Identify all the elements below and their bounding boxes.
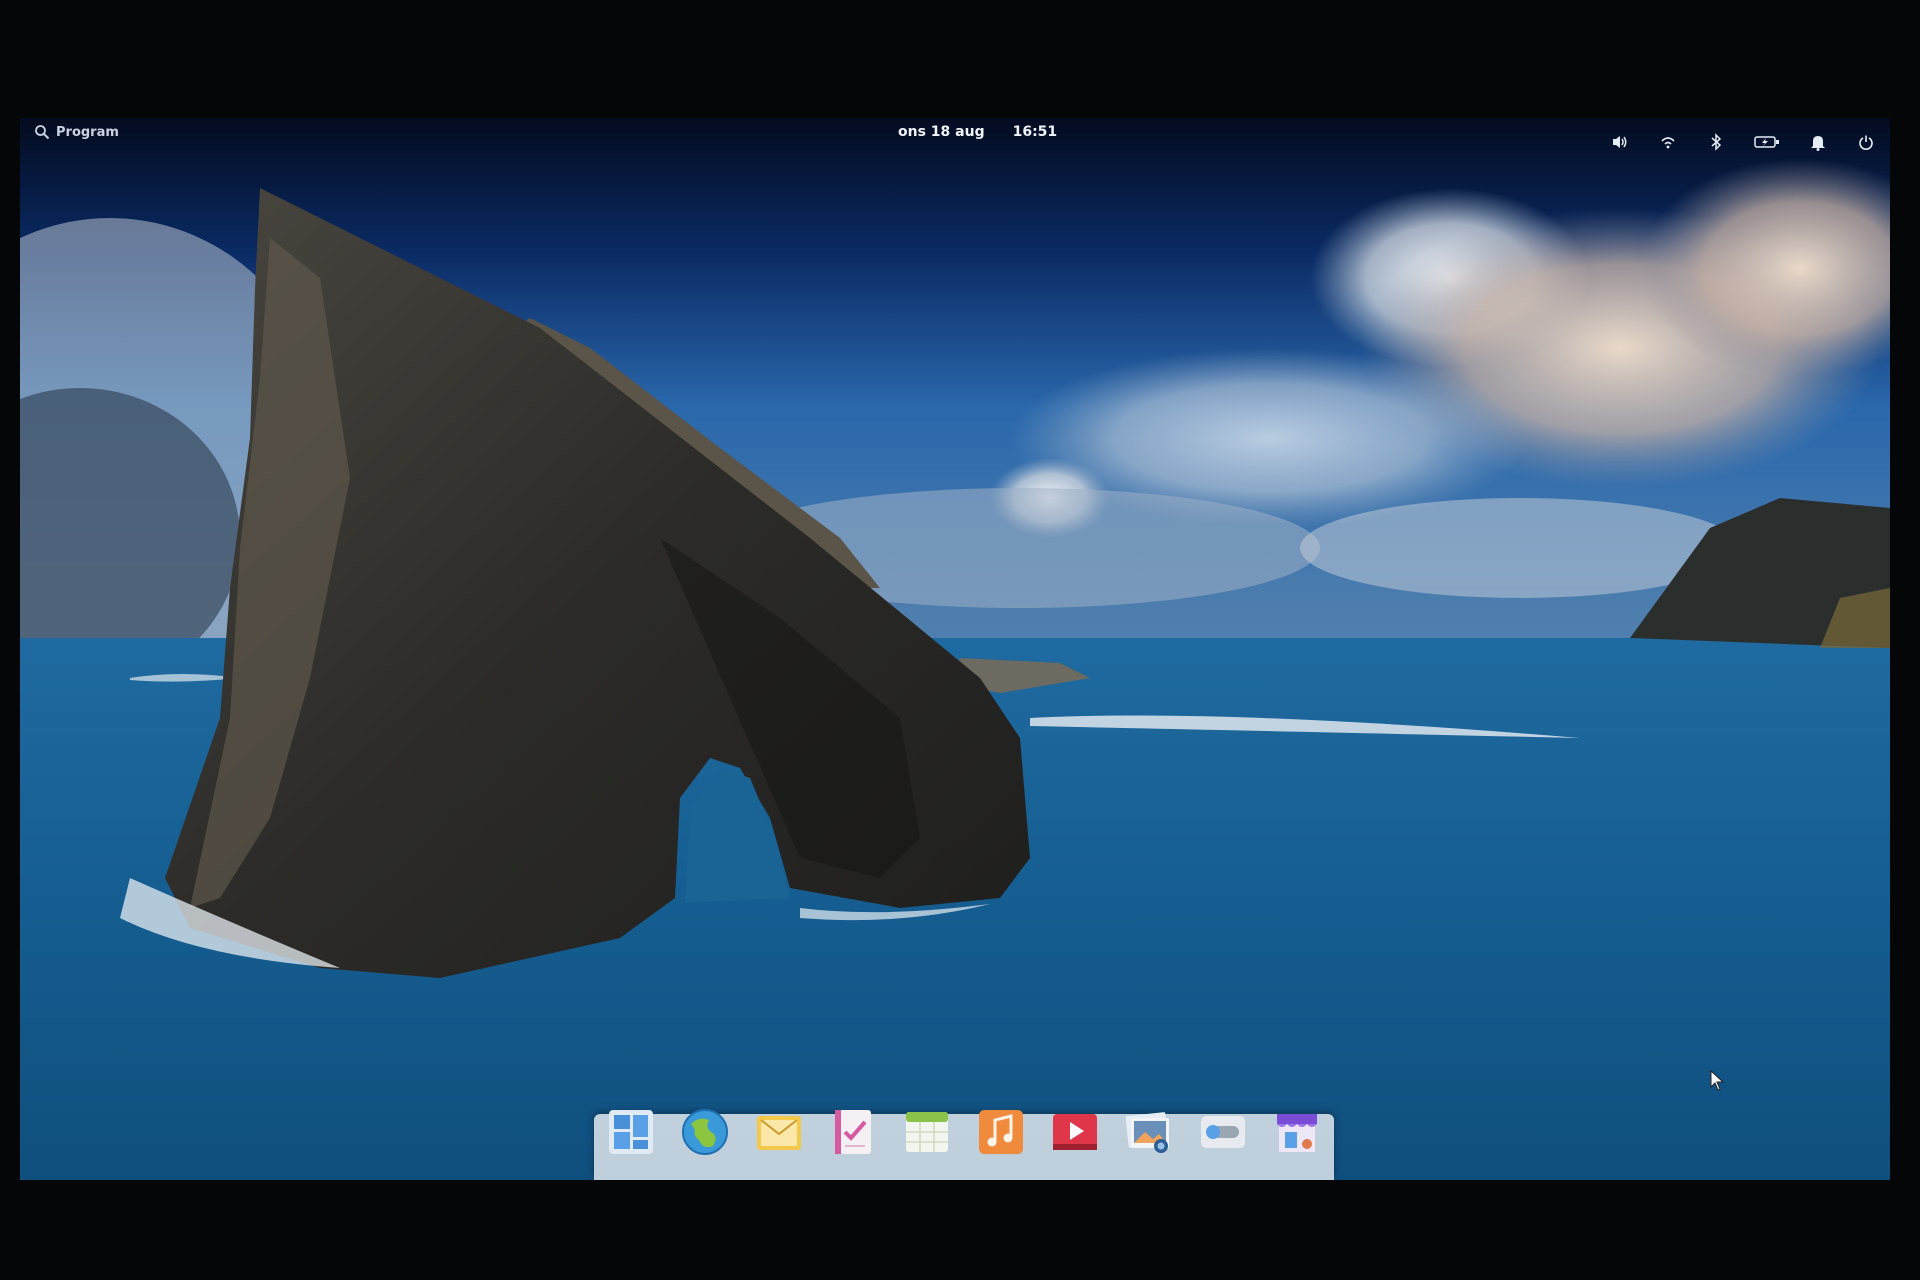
applications-menu[interactable]: Program [34,124,119,140]
dock [594,1109,1334,1180]
system-settings-launcher[interactable] [1197,1106,1249,1158]
indicator-area [1610,132,1876,152]
date-label: ons 18 aug [898,124,985,140]
web-browser-icon [682,1109,728,1155]
photos-launcher[interactable] [1123,1106,1175,1158]
top-panel: Program ons 18 aug 16:51 [20,118,1890,154]
mouse-pointer-icon [1710,1070,1725,1091]
system-settings-icon [1201,1116,1245,1148]
network-icon[interactable] [1658,132,1678,152]
music-launcher[interactable] [975,1106,1027,1158]
tasks-launcher[interactable] [827,1106,879,1158]
music-icon [979,1110,1023,1154]
applications-label: Program [56,124,119,140]
app-center-launcher[interactable] [1271,1106,1323,1158]
time-label: 16:51 [1012,124,1058,140]
desktop-wallpaper [20,118,1890,1180]
bluetooth-icon[interactable] [1706,132,1726,152]
battery-icon[interactable] [1754,132,1780,152]
mail-icon [757,1116,801,1150]
dock-launchers [594,1088,1334,1158]
videos-launcher[interactable] [1049,1106,1101,1158]
multitasking-view-launcher[interactable] [605,1106,657,1158]
power-icon[interactable] [1856,132,1876,152]
photos-icon [1125,1112,1169,1153]
date-time-indicator[interactable]: ons 18 aug 16:51 [898,124,1057,140]
notifications-icon[interactable] [1808,132,1828,152]
web-browser-launcher[interactable] [679,1106,731,1158]
app-center-icon [1277,1114,1317,1152]
videos-icon [1053,1114,1097,1150]
multitasking-view-icon [609,1110,653,1154]
calendar-launcher[interactable] [901,1106,953,1158]
desktop-screen: Program ons 18 aug 16:51 [20,118,1890,1180]
tasks-icon [835,1110,871,1154]
search-icon [35,125,50,140]
calendar-icon [906,1112,948,1152]
mail-launcher[interactable] [753,1106,805,1158]
volume-icon[interactable] [1610,132,1630,152]
